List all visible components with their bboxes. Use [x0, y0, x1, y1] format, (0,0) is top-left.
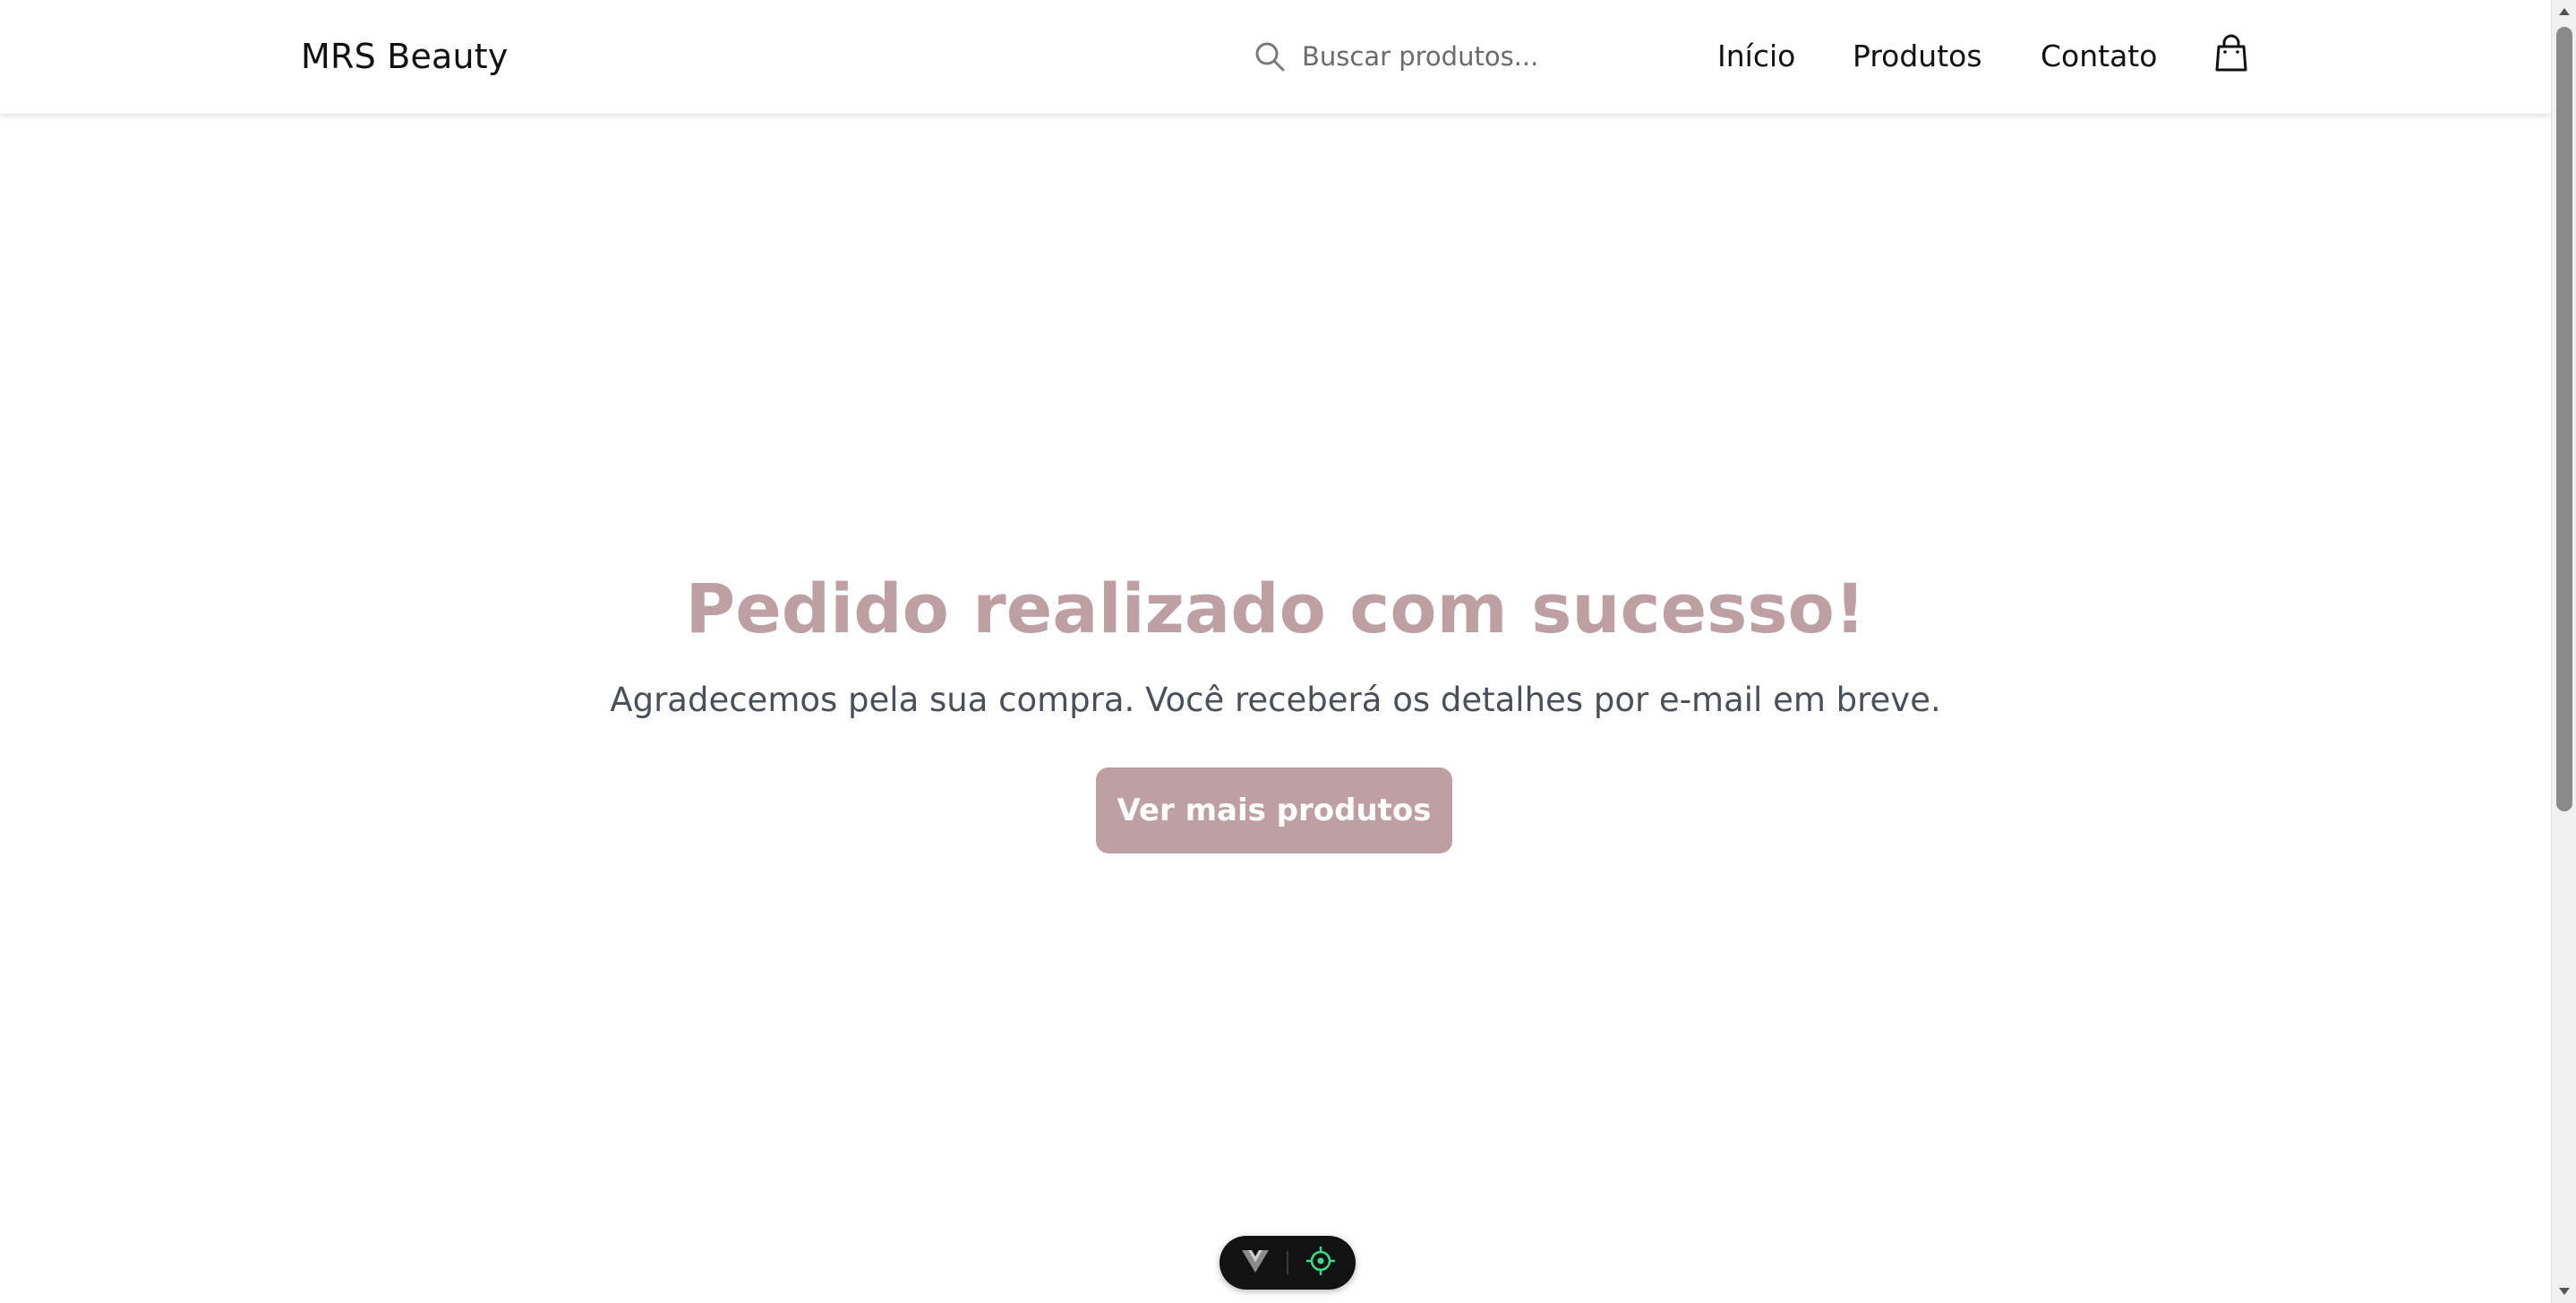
scrollbar-thumb[interactable] — [2556, 27, 2572, 811]
view-more-products-button[interactable]: Ver mais produtos — [1096, 767, 1452, 853]
success-message: Agradecemos pela sua compra. Você recebe… — [610, 681, 1941, 719]
page: MRS Beauty Início Produtos Contato — [0, 0, 2551, 1303]
order-success-section: Pedido realizado com sucesso! Agradecemo… — [0, 115, 2551, 1303]
scroll-down-arrow-icon[interactable] — [2552, 1280, 2576, 1303]
vue-logo-icon[interactable] — [1241, 1248, 1270, 1277]
vertical-scrollbar[interactable] — [2551, 0, 2576, 1303]
search-bar[interactable] — [1252, 32, 1682, 81]
shopping-bag-icon[interactable] — [2213, 34, 2249, 73]
site-logo[interactable]: MRS Beauty — [301, 34, 509, 79]
nav-link-produtos[interactable]: Produtos — [1853, 34, 1982, 79]
success-title: Pedido realizado com sucesso! — [685, 569, 1866, 648]
nav-link-inicio[interactable]: Início — [1717, 34, 1795, 79]
search-icon[interactable] — [1252, 39, 1288, 74]
site-header: MRS Beauty Início Produtos Contato — [0, 0, 2551, 115]
pill-divider — [1287, 1251, 1288, 1274]
devtools-floating-pill[interactable] — [1220, 1236, 1356, 1290]
search-input[interactable] — [1302, 35, 1660, 78]
browser-viewport: MRS Beauty Início Produtos Contato — [0, 0, 2576, 1303]
target-icon[interactable] — [1305, 1246, 1336, 1280]
scroll-up-arrow-icon[interactable] — [2552, 0, 2576, 23]
nav-link-contato[interactable]: Contato — [2041, 34, 2157, 79]
